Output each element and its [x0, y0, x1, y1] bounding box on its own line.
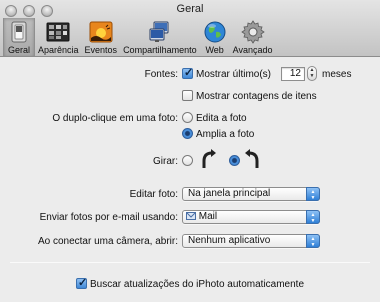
camera-app-select[interactable]: Nenhum aplicativo ▲ ▼	[182, 234, 320, 248]
sources-label: Fontes:	[144, 69, 178, 80]
gear-icon	[240, 20, 265, 44]
tab-geral[interactable]: Geral	[3, 18, 35, 56]
auto-update-checkbox[interactable]	[76, 276, 87, 289]
edit-photo-option-label: Edita a foto	[196, 113, 247, 124]
tab-label: Avançado	[232, 45, 273, 55]
select-arrows-icon: ▲ ▼	[306, 187, 320, 201]
select-arrows-icon: ▲ ▼	[306, 234, 320, 248]
tab-avancado[interactable]: Avançado	[230, 18, 276, 56]
camera-label: Ao conectar uma câmera, abrir:	[37, 236, 178, 247]
tab-label: Geral	[7, 45, 30, 55]
show-counts-label: Mostrar contagens de itens	[196, 91, 317, 102]
rotate-clockwise-icon	[245, 149, 259, 168]
months-unit-label: meses	[322, 69, 352, 80]
months-stepper[interactable]: ▲ ▼	[307, 66, 317, 81]
email-app-value: Mail	[198, 211, 218, 222]
tab-eventos[interactable]: Eventos	[82, 18, 121, 56]
sharing-icon	[148, 20, 172, 44]
tab-web[interactable]: Web	[200, 18, 230, 56]
rotate-counterclockwise-radio[interactable]	[182, 155, 193, 166]
enlarge-photo-radio[interactable]	[182, 128, 193, 139]
rotate-clockwise-radio[interactable]	[229, 155, 240, 166]
web-globe-icon	[203, 20, 227, 44]
window-title: Geral	[176, 3, 204, 15]
window-chrome: Geral Geral Aparência Eventos Compartilh…	[0, 0, 380, 57]
auto-update-label: Buscar atualizações do iPhoto automatica…	[90, 279, 305, 290]
select-arrows-icon: ▲ ▼	[306, 210, 320, 224]
camera-app-value: Nenhum aplicativo	[188, 235, 271, 246]
months-input[interactable]: 12	[281, 67, 305, 81]
tab-label: Web	[205, 45, 224, 55]
edit-photo-label: Editar foto:	[129, 189, 178, 200]
tab-label: Aparência	[38, 45, 79, 55]
preferences-toolbar: Geral Aparência Eventos Compartilhamento…	[3, 18, 275, 56]
edit-photo-select[interactable]: Na janela principal ▲ ▼	[182, 187, 320, 201]
tab-compartilhamento[interactable]: Compartilhamento	[120, 18, 200, 56]
edit-photo-radio[interactable]	[182, 112, 193, 123]
double-click-label: O duplo-clique em uma foto:	[52, 113, 178, 124]
switch-icon	[7, 20, 31, 44]
mail-stamp-icon	[186, 212, 196, 220]
rotate-counterclockwise-icon	[202, 149, 216, 168]
email-label: Enviar fotos por e-mail usando:	[39, 212, 178, 223]
rotate-label: Girar:	[153, 156, 178, 167]
separator	[10, 262, 370, 263]
events-icon	[89, 20, 113, 44]
show-last-checkbox[interactable]	[182, 66, 193, 79]
tab-label: Eventos	[84, 45, 118, 55]
show-counts-checkbox[interactable]	[182, 90, 193, 101]
tab-label: Compartilhamento	[123, 45, 197, 55]
preferences-window: Geral Geral Aparência Eventos Compartilh…	[0, 0, 380, 302]
enlarge-photo-option-label: Amplia a foto	[196, 129, 255, 140]
tab-aparencia[interactable]: Aparência	[35, 18, 82, 56]
appearance-icon	[46, 20, 70, 44]
edit-photo-value: Na janela principal	[188, 188, 271, 199]
email-app-select[interactable]: Mail ▲ ▼	[182, 210, 320, 224]
show-last-label: Mostrar último(s)	[196, 69, 272, 80]
